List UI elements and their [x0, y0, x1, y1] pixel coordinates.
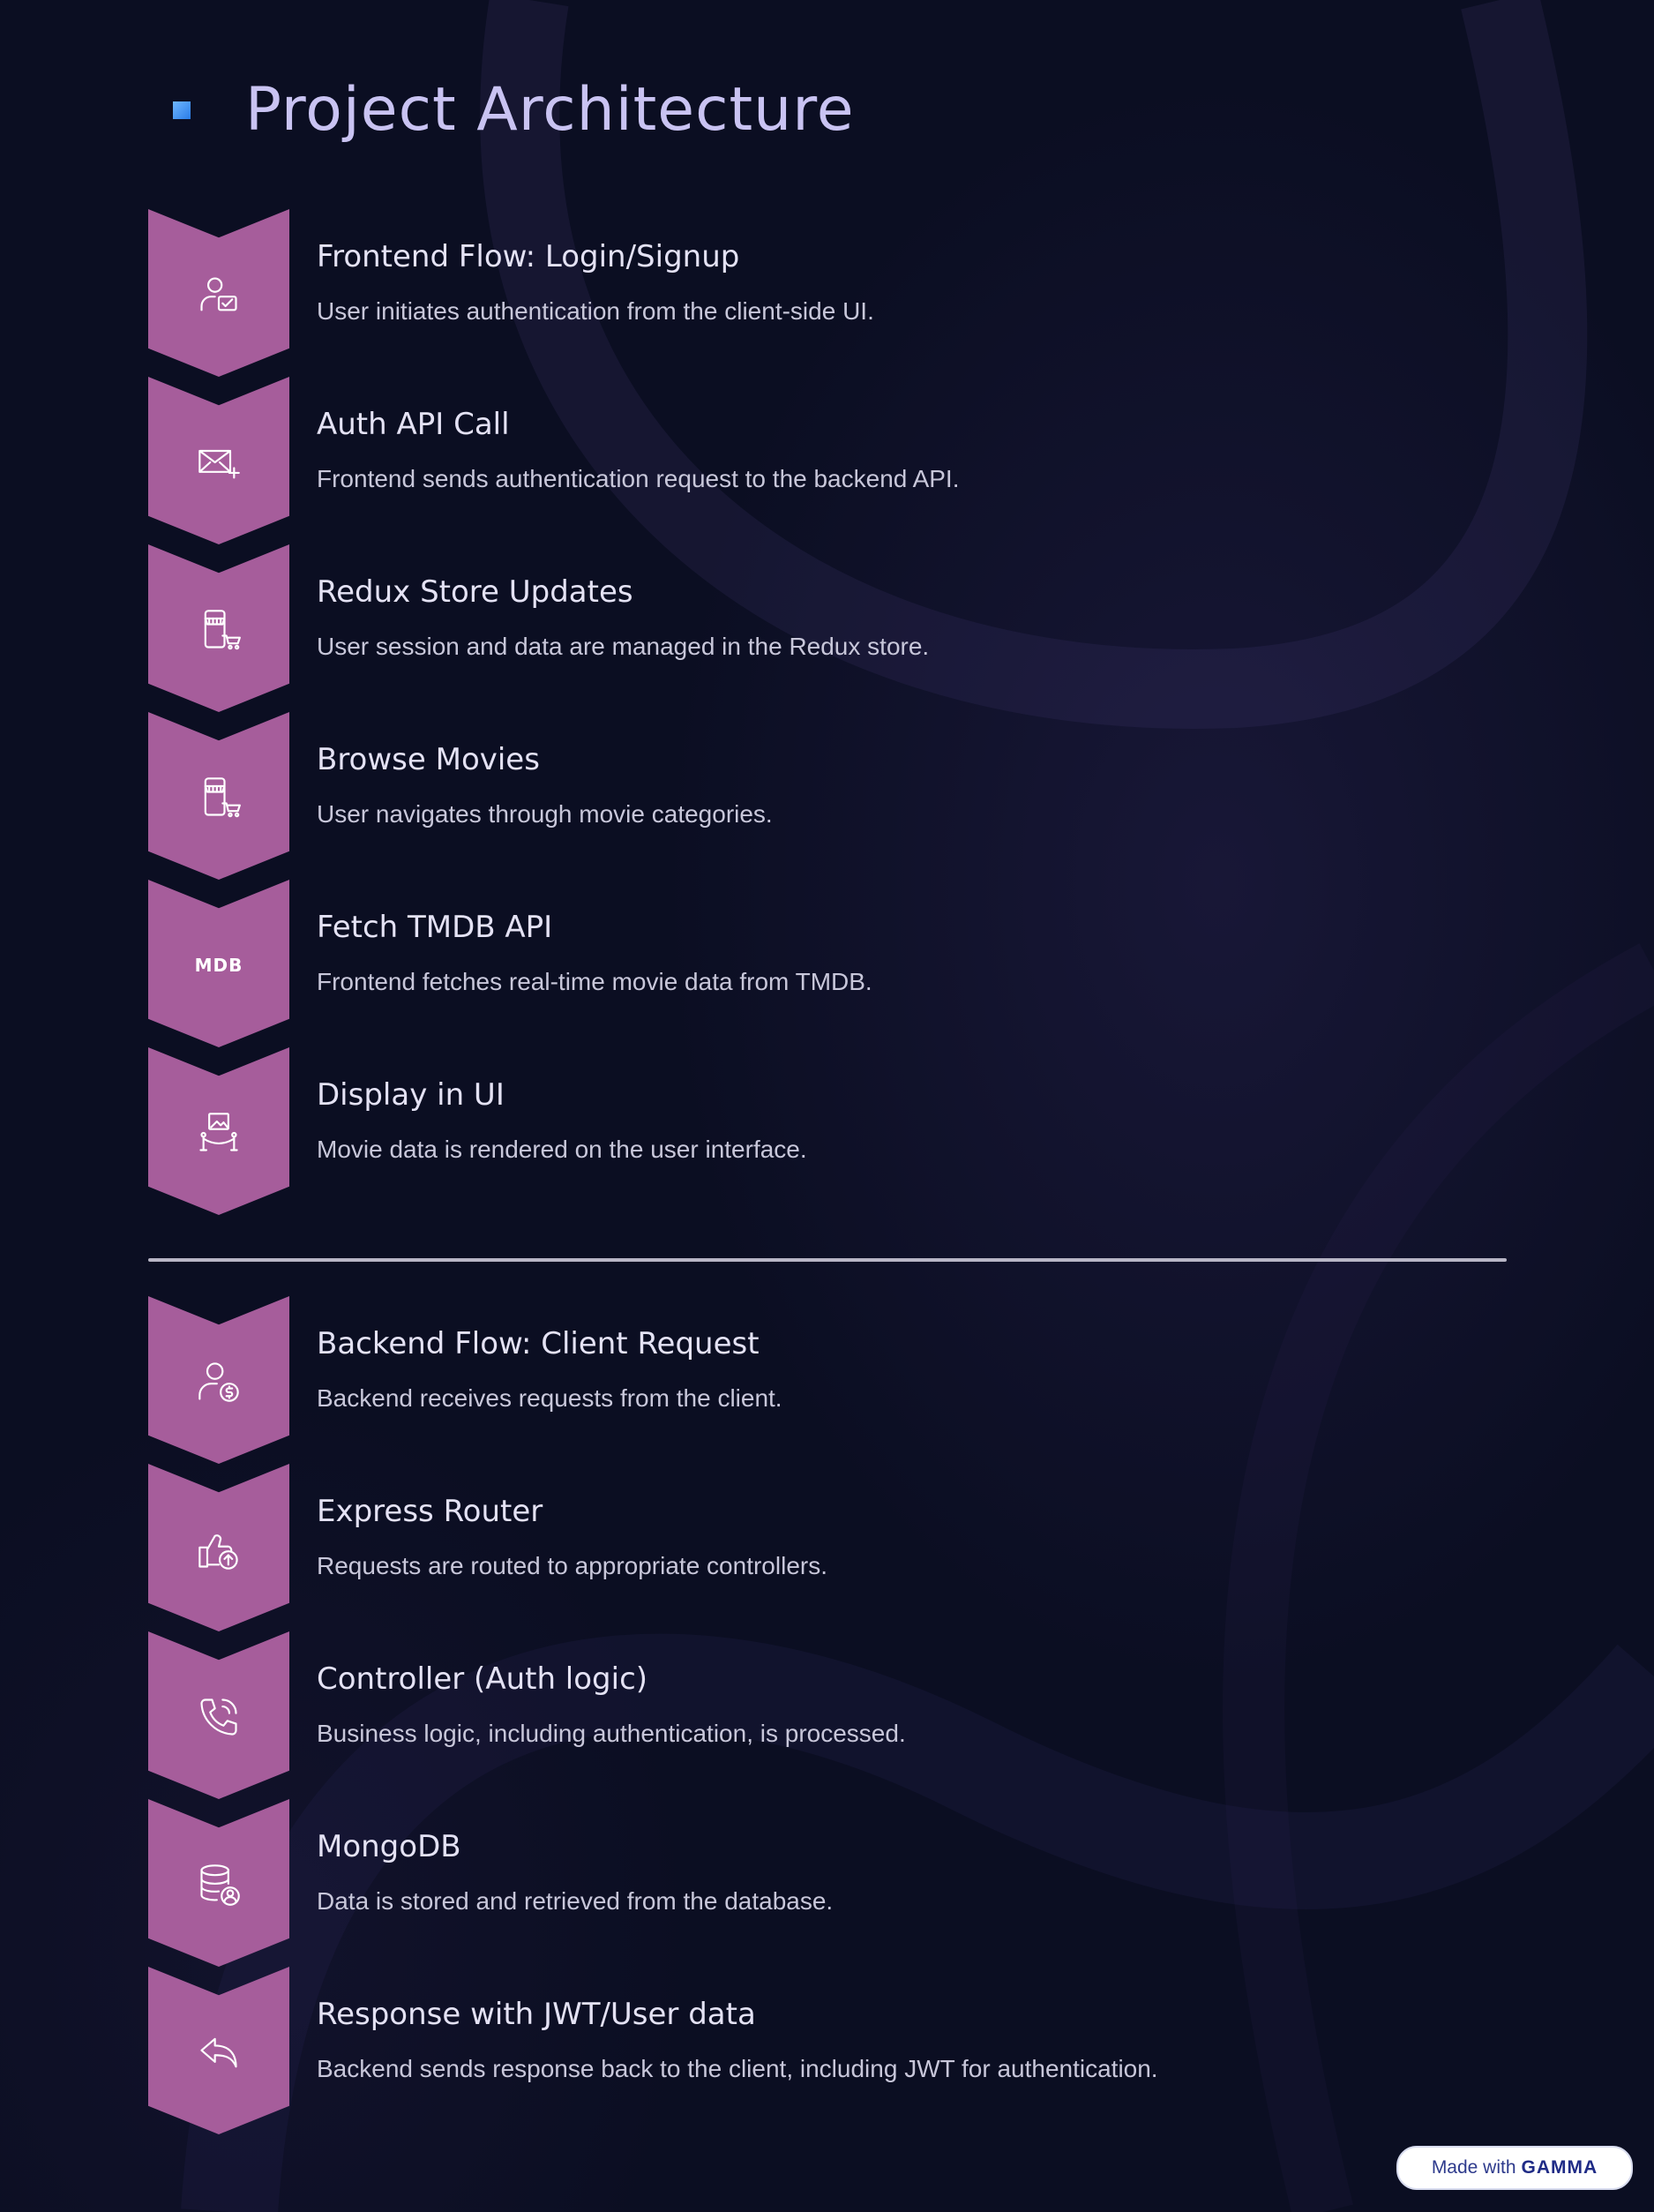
step-description: Backend receives requests from the clien…: [317, 1384, 782, 1412]
user-dollar-icon: [191, 1353, 247, 1410]
page-title: Project Architecture: [245, 75, 855, 145]
reply-arrow-icon: [191, 2024, 247, 2081]
step-description: Frontend fetches real-time movie data fr…: [317, 968, 872, 995]
tmdb-logo-text: MDB: [194, 955, 243, 976]
step-description: Requests are routed to appropriate contr…: [317, 1552, 827, 1579]
step-description: Movie data is rendered on the user inter…: [317, 1136, 807, 1163]
badge-prefix: Made with: [1431, 2157, 1516, 2178]
mobile-shop-icon: [191, 769, 247, 826]
step-description: Business logic, including authentication…: [317, 1720, 906, 1747]
step-description: User initiates authentication from the c…: [317, 297, 874, 325]
step-description: Data is stored and retrieved from the da…: [317, 1887, 834, 1915]
gamma-logo: GAMMA: [1521, 2157, 1598, 2178]
tmdb-logo: MDB: [191, 937, 247, 994]
step-description: Frontend sends authentication request to…: [317, 465, 960, 492]
step-title: Redux Store Updates: [317, 574, 633, 610]
database-user-icon: [191, 1856, 247, 1913]
page-header: Project Architecture: [173, 75, 855, 145]
step-title: Controller (Auth logic): [317, 1661, 648, 1697]
gallery-exhibit-icon: [191, 1105, 247, 1161]
mail-add-icon: [191, 434, 247, 491]
phone-call-icon: [191, 1689, 247, 1745]
step-title: Frontend Flow: Login/Signup: [317, 239, 740, 274]
step-title: Display in UI: [317, 1077, 505, 1113]
thumbs-up-upload-icon: [191, 1521, 247, 1578]
mobile-shop-icon: [191, 602, 247, 658]
step-description: User session and data are managed in the…: [317, 633, 930, 660]
step-title: Auth API Call: [317, 407, 510, 442]
step-title: Fetch TMDB API: [317, 910, 553, 945]
step-title: Browse Movies: [317, 742, 540, 777]
step-title: Express Router: [317, 1494, 543, 1529]
step-description: User navigates through movie categories.: [317, 800, 773, 828]
section-divider: [148, 1258, 1507, 1262]
step-description: Backend sends response back to the clien…: [317, 2055, 1158, 2082]
user-check-icon: [191, 266, 247, 323]
step-title: Response with JWT/User data: [317, 1997, 756, 2032]
made-with-gamma-badge[interactable]: Made with GAMMA: [1396, 2146, 1633, 2190]
diamond-icon: [173, 101, 191, 119]
step-title: Backend Flow: Client Request: [317, 1326, 760, 1361]
step-title: MongoDB: [317, 1829, 461, 1864]
